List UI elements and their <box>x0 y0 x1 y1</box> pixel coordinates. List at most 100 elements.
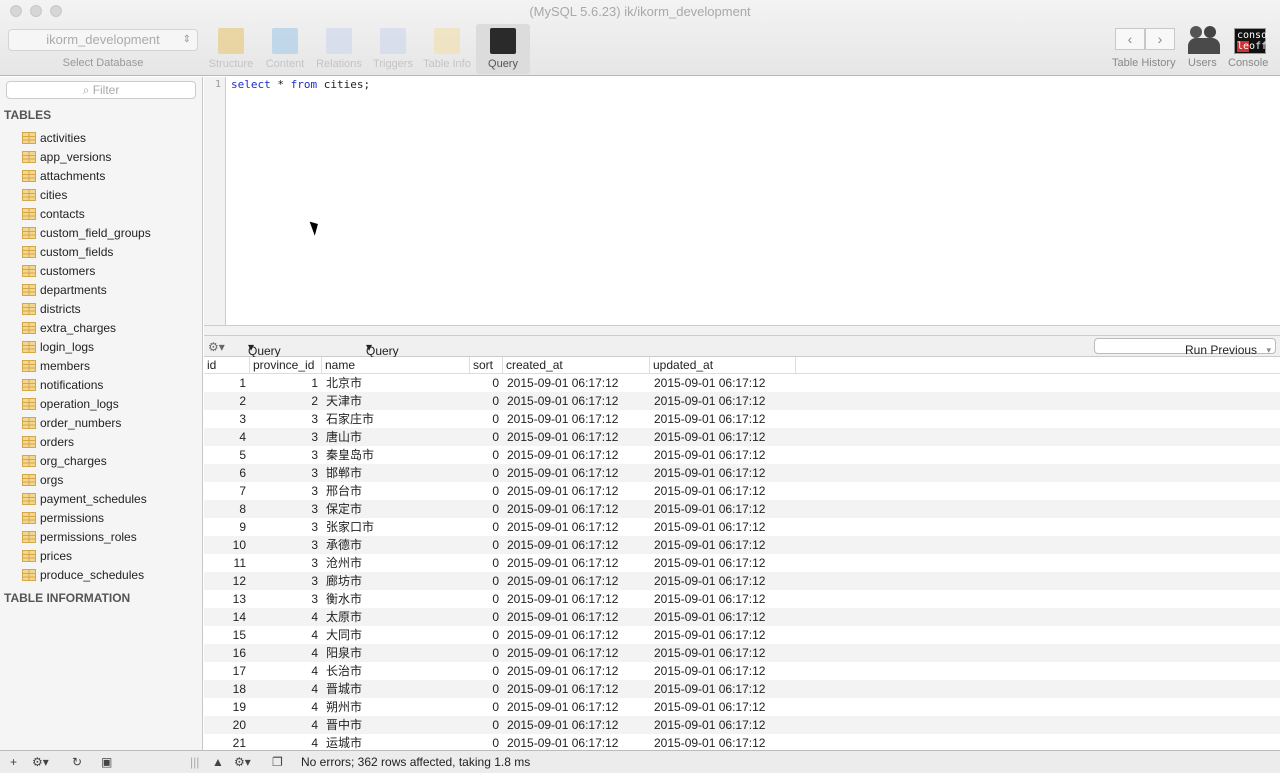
tab-query[interactable]: Query <box>476 24 530 74</box>
cell-sort[interactable]: 0 <box>470 590 503 608</box>
cell-province_id[interactable]: 4 <box>250 698 322 716</box>
table-row[interactable]: 12 3 廊坊市 0 2015-09-01 06:17:12 2015-09-01 06:… <box>204 572 1280 590</box>
cell-id[interactable]: 19 <box>204 698 250 716</box>
cell-province_id[interactable]: 4 <box>250 716 322 734</box>
tab-triggers[interactable]: Triggers <box>366 24 420 74</box>
sidebar-table-members[interactable]: members <box>0 356 203 375</box>
cell-sort[interactable]: 0 <box>470 716 503 734</box>
cell-province_id[interactable]: 2 <box>250 392 322 410</box>
table-row[interactable]: 21 4 运城市 0 2015-09-01 06:17:12 2015-09-01 06:… <box>204 734 1280 750</box>
cell-name[interactable]: 运城市 <box>322 734 470 750</box>
cell-name[interactable]: 邢台市 <box>322 482 470 500</box>
cell-id[interactable]: 11 <box>204 554 250 572</box>
cell-sort[interactable]: 0 <box>470 734 503 750</box>
cell-name[interactable]: 朔州市 <box>322 698 470 716</box>
tab-content[interactable]: Content <box>258 24 312 74</box>
copy-icon[interactable]: ❐ <box>272 755 283 769</box>
cell-sort[interactable]: 0 <box>470 374 503 392</box>
cell-name[interactable]: 北京市 <box>322 374 470 392</box>
cell-sort[interactable]: 0 <box>470 698 503 716</box>
tab-relations[interactable]: Relations <box>312 24 366 74</box>
filter-toggle-icon[interactable]: ▣ <box>101 755 112 769</box>
sidebar-table-permissions_roles[interactable]: permissions_roles <box>0 527 203 546</box>
cell-sort[interactable]: 0 <box>470 500 503 518</box>
cell-sort[interactable]: 0 <box>470 428 503 446</box>
cell-name[interactable]: 保定市 <box>322 500 470 518</box>
sidebar-table-attachments[interactable]: attachments <box>0 166 203 185</box>
sidebar-table-org_charges[interactable]: org_charges <box>0 451 203 470</box>
cell-id[interactable]: 20 <box>204 716 250 734</box>
cell-created_at[interactable]: 2015-09-01 06:17:12 <box>503 680 650 698</box>
history-nav[interactable]: ‹ › <box>1115 28 1175 50</box>
table-row[interactable]: 14 4 太原市 0 2015-09-01 06:17:12 2015-09-01 06:… <box>204 608 1280 626</box>
cell-name[interactable]: 晋城市 <box>322 680 470 698</box>
sidebar-table-orders[interactable]: orders <box>0 432 203 451</box>
cell-sort[interactable]: 0 <box>470 572 503 590</box>
cell-sort[interactable]: 0 <box>470 662 503 680</box>
cell-created_at[interactable]: 2015-09-01 06:17:12 <box>503 590 650 608</box>
cell-id[interactable]: 2 <box>204 392 250 410</box>
cell-updated_at[interactable]: 2015-09-01 06:17:12 <box>650 374 796 392</box>
query-text[interactable]: select * from cities; <box>231 78 370 91</box>
table-row[interactable]: 4 3 唐山市 0 2015-09-01 06:17:12 2015-09-01 06:1… <box>204 428 1280 446</box>
cell-province_id[interactable]: 3 <box>250 428 322 446</box>
cell-created_at[interactable]: 2015-09-01 06:17:12 <box>503 608 650 626</box>
cell-created_at[interactable]: 2015-09-01 06:17:12 <box>503 464 650 482</box>
sidebar-table-orgs[interactable]: orgs <box>0 470 203 489</box>
sidebar-table-customers[interactable]: customers <box>0 261 203 280</box>
cell-sort[interactable]: 0 <box>470 644 503 662</box>
cell-name[interactable]: 天津市 <box>322 392 470 410</box>
cell-updated_at[interactable]: 2015-09-01 06:17:12 <box>650 500 796 518</box>
cell-id[interactable]: 17 <box>204 662 250 680</box>
refresh-icon[interactable]: ↻ <box>72 755 82 769</box>
filter-input[interactable]: ⌕ Filter <box>6 81 196 99</box>
cell-updated_at[interactable]: 2015-09-01 06:17:12 <box>650 662 796 680</box>
sidebar-table-departments[interactable]: departments <box>0 280 203 299</box>
cell-sort[interactable]: 0 <box>470 536 503 554</box>
add-table-button[interactable]: + <box>10 755 17 769</box>
cell-province_id[interactable]: 3 <box>250 590 322 608</box>
cell-province_id[interactable]: 3 <box>250 536 322 554</box>
cell-updated_at[interactable]: 2015-09-01 06:17:12 <box>650 572 796 590</box>
cell-updated_at[interactable]: 2015-09-01 06:17:12 <box>650 626 796 644</box>
cell-sort[interactable]: 0 <box>470 392 503 410</box>
cell-created_at[interactable]: 2015-09-01 06:17:12 <box>503 392 650 410</box>
cell-province_id[interactable]: 4 <box>250 644 322 662</box>
cell-province_id[interactable]: 4 <box>250 626 322 644</box>
cell-id[interactable]: 15 <box>204 626 250 644</box>
cell-name[interactable]: 大同市 <box>322 626 470 644</box>
cell-sort[interactable]: 0 <box>470 608 503 626</box>
forward-icon[interactable]: › <box>1145 28 1175 50</box>
toggle-panel-icon[interactable]: ▲ <box>212 755 224 769</box>
cell-province_id[interactable]: 4 <box>250 680 322 698</box>
cell-created_at[interactable]: 2015-09-01 06:17:12 <box>503 500 650 518</box>
cell-name[interactable]: 长治市 <box>322 662 470 680</box>
query-editor[interactable]: 1 select * from cities; <box>204 77 1280 325</box>
cell-id[interactable]: 13 <box>204 590 250 608</box>
cell-updated_at[interactable]: 2015-09-01 06:17:12 <box>650 410 796 428</box>
cell-name[interactable]: 沧州市 <box>322 554 470 572</box>
cell-updated_at[interactable]: 2015-09-01 06:17:12 <box>650 698 796 716</box>
sidebar-table-districts[interactable]: districts <box>0 299 203 318</box>
cell-id[interactable]: 10 <box>204 536 250 554</box>
sidebar-table-produce_schedules[interactable]: produce_schedules <box>0 565 203 584</box>
cell-created_at[interactable]: 2015-09-01 06:17:12 <box>503 662 650 680</box>
cell-created_at[interactable]: 2015-09-01 06:17:12 <box>503 572 650 590</box>
cell-updated_at[interactable]: 2015-09-01 06:17:12 <box>650 518 796 536</box>
cell-sort[interactable]: 0 <box>470 410 503 428</box>
cell-id[interactable]: 9 <box>204 518 250 536</box>
cell-id[interactable]: 14 <box>204 608 250 626</box>
table-row[interactable]: 20 4 晋中市 0 2015-09-01 06:17:12 2015-09-01 06:… <box>204 716 1280 734</box>
cell-created_at[interactable]: 2015-09-01 06:17:12 <box>503 644 650 662</box>
table-row[interactable]: 6 3 邯郸市 0 2015-09-01 06:17:12 2015-09-01 06:1… <box>204 464 1280 482</box>
cell-province_id[interactable]: 4 <box>250 734 322 750</box>
table-row[interactable]: 10 3 承德市 0 2015-09-01 06:17:12 2015-09-01 06:… <box>204 536 1280 554</box>
column-header-created_at[interactable]: created_at <box>503 357 650 373</box>
table-row[interactable]: 16 4 阳泉市 0 2015-09-01 06:17:12 2015-09-01 06:… <box>204 644 1280 662</box>
cell-province_id[interactable]: 3 <box>250 464 322 482</box>
cell-id[interactable]: 12 <box>204 572 250 590</box>
cell-sort[interactable]: 0 <box>470 518 503 536</box>
cell-updated_at[interactable]: 2015-09-01 06:17:12 <box>650 464 796 482</box>
cell-province_id[interactable]: 1 <box>250 374 322 392</box>
cell-name[interactable]: 张家口市 <box>322 518 470 536</box>
